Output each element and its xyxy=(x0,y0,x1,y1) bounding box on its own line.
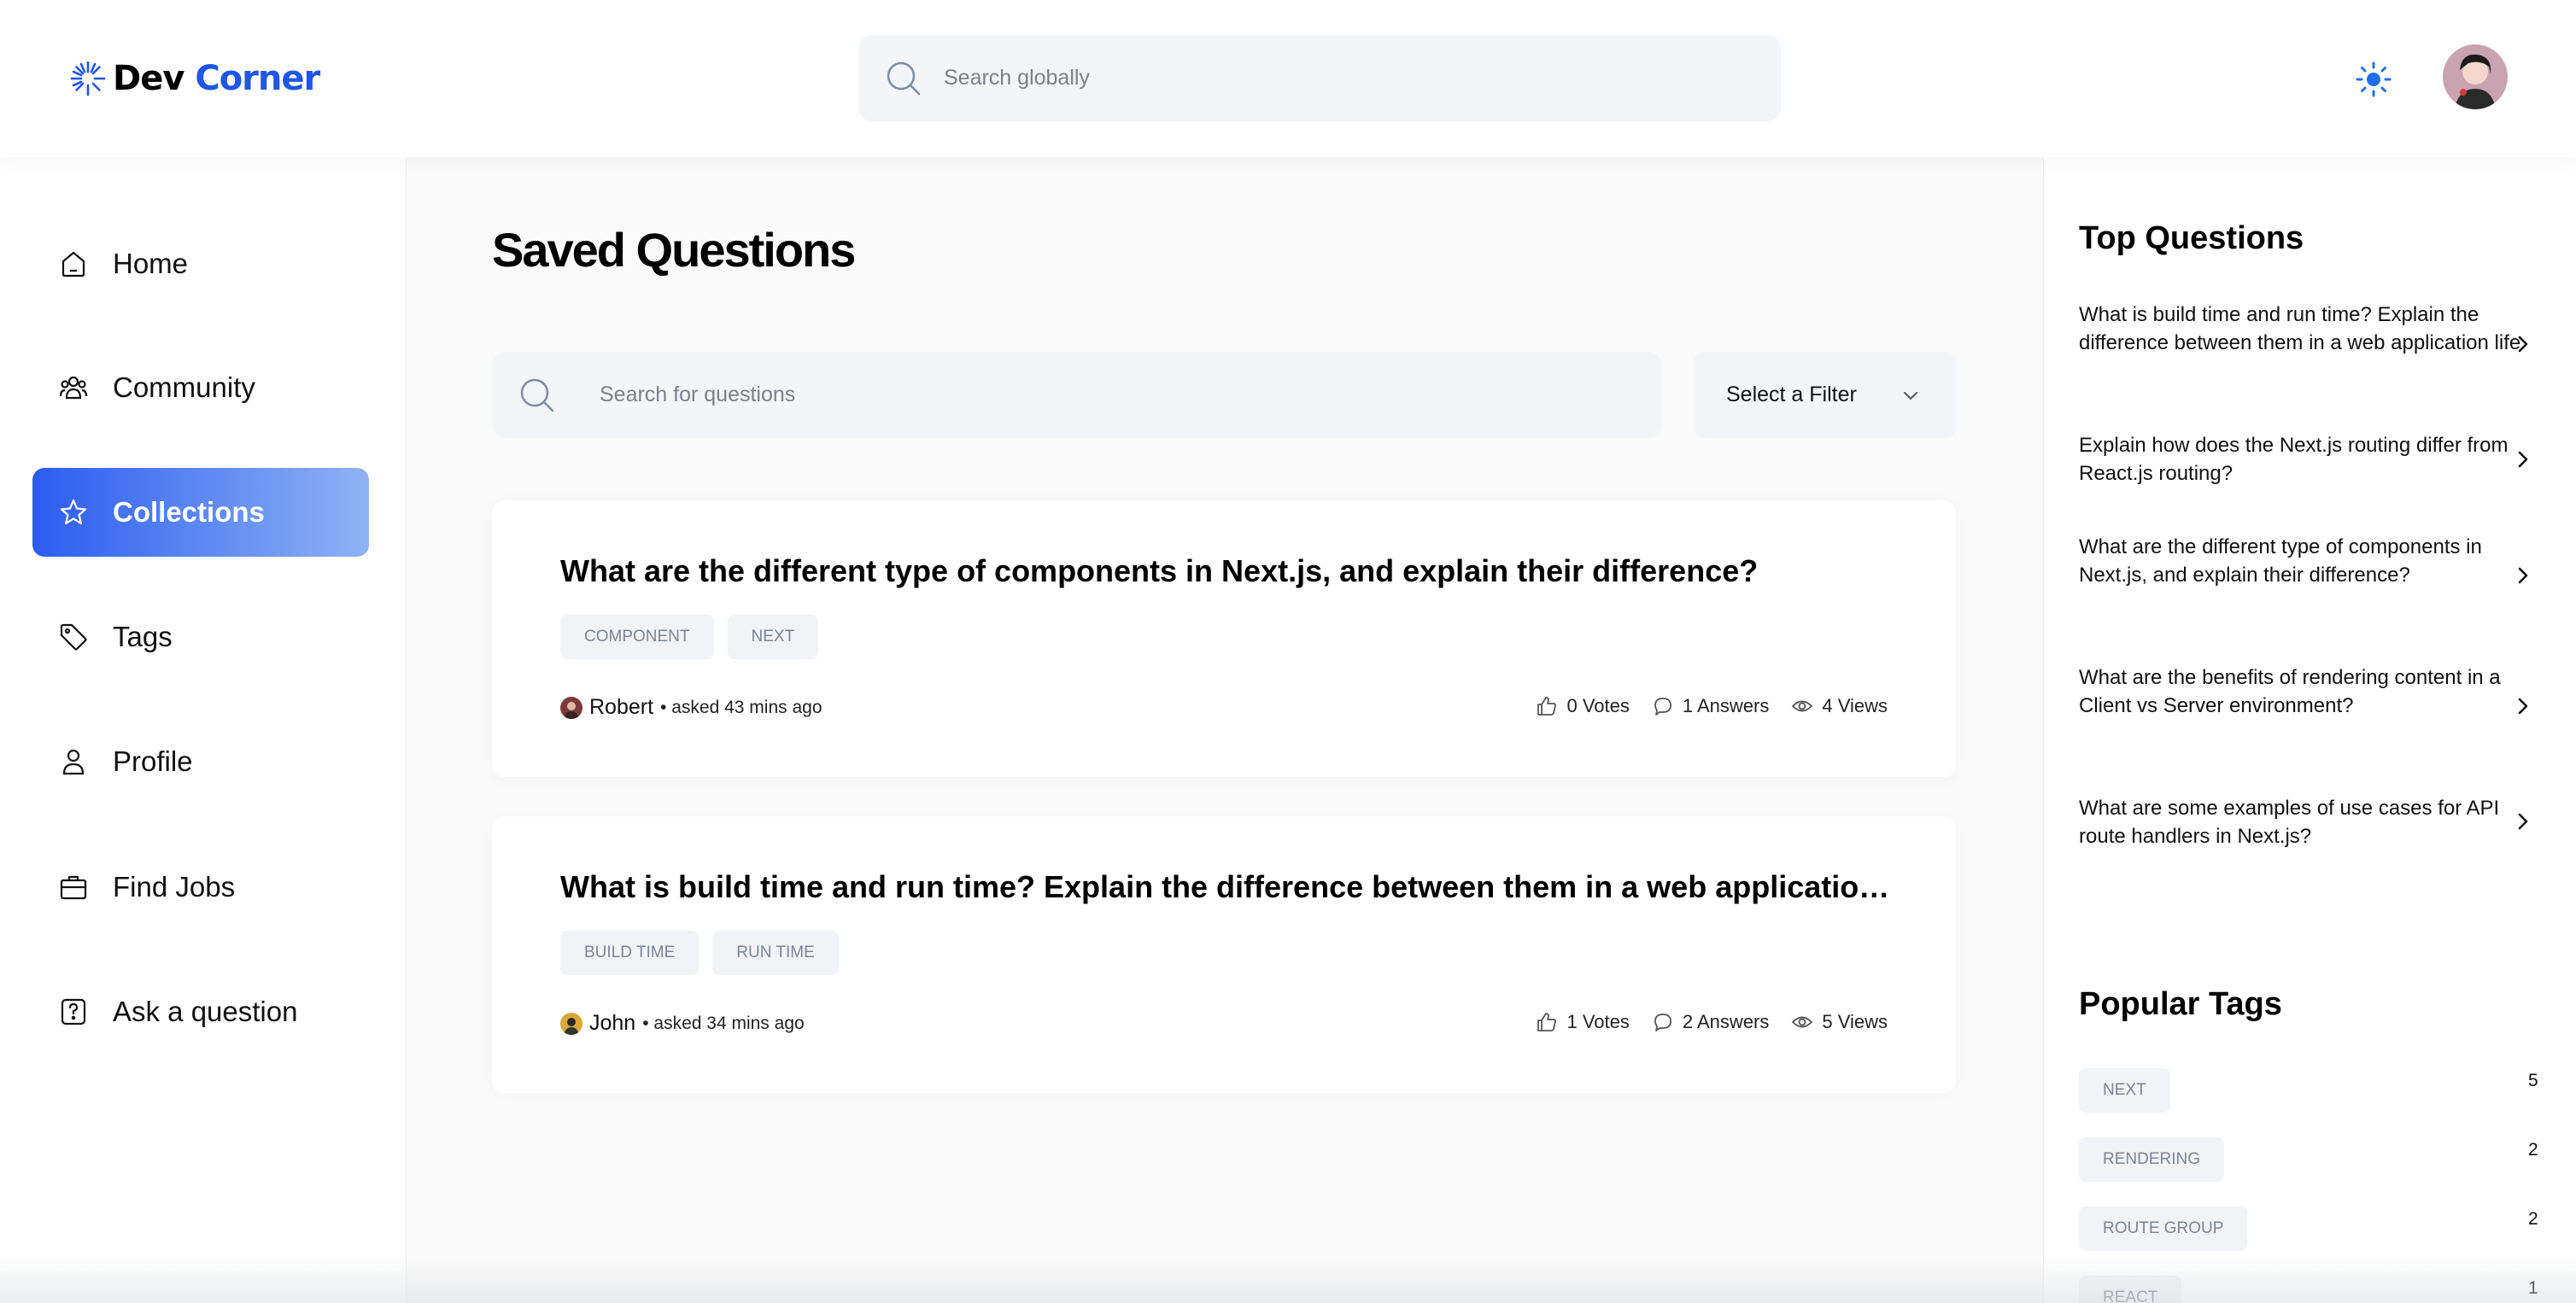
chevron-right-icon[interactable] xyxy=(2515,810,2531,833)
page-title: Saved Questions xyxy=(492,223,856,277)
popular-tags-heading: Popular Tags xyxy=(2079,986,2282,1022)
chevron-right-icon[interactable] xyxy=(2515,695,2531,717)
avatar-image xyxy=(2443,44,2508,109)
popular-tag-count: 2 xyxy=(2528,1209,2538,1229)
question-card[interactable]: What is build time and run time? Explain… xyxy=(492,816,1956,1093)
asked-time: • asked 34 mins ago xyxy=(642,1013,805,1033)
sidebar-item-ask-question[interactable]: Ask a question xyxy=(32,967,369,1056)
question-tag[interactable]: BUILD TIME xyxy=(560,931,700,975)
chevron-right-icon[interactable] xyxy=(2515,333,2531,355)
question-search-input[interactable] xyxy=(600,383,1582,407)
question-author[interactable]: John • asked 34 mins ago xyxy=(560,1011,805,1036)
views-count: 5 Views xyxy=(1822,1011,1888,1032)
views-count: 4 Views xyxy=(1822,695,1888,716)
brand-name-first: Dev xyxy=(113,59,184,98)
views-stat: 5 Views xyxy=(1791,1011,1888,1033)
search-icon xyxy=(887,61,921,95)
eye-icon xyxy=(1792,700,1813,712)
chevron-down-icon xyxy=(1904,392,1917,400)
top-question-item[interactable]: What is build time and run time? Explain… xyxy=(2079,301,2523,357)
question-search-bar[interactable] xyxy=(492,352,1662,438)
question-author[interactable]: Robert • asked 43 mins ago xyxy=(560,695,823,720)
popular-tag[interactable]: REACT xyxy=(2079,1276,2182,1303)
sidebar-item-find-jobs[interactable]: Find Jobs xyxy=(32,843,369,932)
question-card[interactable]: What are the different type of component… xyxy=(492,500,1956,777)
sidebar-item-label: Home xyxy=(113,248,189,279)
popular-tag[interactable]: RENDERING xyxy=(2079,1137,2225,1182)
author-avatar xyxy=(560,1012,583,1035)
home-icon xyxy=(61,251,85,278)
user-icon xyxy=(62,749,85,775)
sidebar-item-label: Tags xyxy=(113,621,173,652)
filter-select-label: Select a Filter xyxy=(1726,383,1857,406)
top-question-item[interactable]: Explain how does the Next.js routing dif… xyxy=(2079,431,2523,488)
thumbs-up-icon xyxy=(1537,697,1557,716)
answers-count: 1 Answers xyxy=(1682,695,1770,716)
sidebar-item-profile[interactable]: Profile xyxy=(32,717,369,806)
sidebar-item-home[interactable]: Home xyxy=(32,219,369,308)
brand-logo[interactable]: Dev Corner xyxy=(68,53,320,104)
question-stats: 1 Votes 2 Answers 5 Views xyxy=(1536,1011,1888,1033)
views-stat: 4 Views xyxy=(1791,695,1888,717)
comment-icon xyxy=(1654,698,1671,716)
question-title[interactable]: What are the different type of component… xyxy=(560,553,1893,589)
question-tag[interactable]: RUN TIME xyxy=(712,931,839,975)
question-tag[interactable]: NEXT xyxy=(727,615,819,659)
sidebar-item-label: Community xyxy=(113,371,255,403)
sidebar-item-collections[interactable]: Collections xyxy=(32,468,369,557)
users-icon xyxy=(59,376,88,400)
votes-count: 1 Votes xyxy=(1566,1011,1630,1032)
votes-stat: 1 Votes xyxy=(1536,1011,1630,1033)
search-icon xyxy=(520,378,554,412)
star-icon xyxy=(60,499,87,525)
sidebar-item-label: Profile xyxy=(113,745,193,777)
question-icon xyxy=(61,998,86,1025)
chevron-right-icon[interactable] xyxy=(2515,448,2531,470)
comment-icon xyxy=(1654,1014,1671,1031)
logo-burst-icon xyxy=(70,61,106,96)
question-stats: 0 Votes 1 Answers 4 Views xyxy=(1536,695,1888,717)
votes-count: 0 Votes xyxy=(1566,695,1630,716)
top-questions-heading: Top Questions xyxy=(2079,220,2304,256)
global-search-input[interactable] xyxy=(944,66,1712,91)
sidebar-item-label: Ask a question xyxy=(113,996,298,1027)
thumbs-up-icon xyxy=(1537,1013,1557,1031)
filter-select[interactable]: Select a Filter xyxy=(1694,352,1956,438)
question-tags: BUILD TIME RUN TIME xyxy=(560,931,839,975)
sidebar-item-label: Collections xyxy=(113,496,265,528)
top-question-item[interactable]: What are the different type of component… xyxy=(2079,533,2523,589)
top-question-item[interactable]: What are some examples of use cases for … xyxy=(2079,794,2523,850)
author-name: John xyxy=(589,1011,636,1035)
top-bar: Dev Corner xyxy=(0,0,2576,157)
tag-icon xyxy=(60,623,87,651)
sun-icon[interactable] xyxy=(2356,61,2392,97)
brand-name: Dev Corner xyxy=(113,59,320,98)
popular-tag-count: 1 xyxy=(2528,1278,2538,1298)
answers-stat: 2 Answers xyxy=(1652,1011,1770,1033)
user-avatar[interactable] xyxy=(2443,44,2508,109)
sidebar-item-label: Find Jobs xyxy=(113,871,236,903)
sidebar-item-community[interactable]: Community xyxy=(32,343,369,432)
popular-tag[interactable]: NEXT xyxy=(2079,1068,2170,1113)
question-tags: COMPONENT NEXT xyxy=(560,615,819,659)
question-title[interactable]: What is build time and run time? Explain… xyxy=(560,869,1893,905)
eye-icon xyxy=(1792,1016,1813,1028)
votes-stat: 0 Votes xyxy=(1536,695,1630,717)
answers-stat: 1 Answers xyxy=(1652,695,1770,717)
popular-tag-count: 2 xyxy=(2528,1140,2538,1160)
global-search-bar[interactable] xyxy=(858,35,1781,121)
answers-count: 2 Answers xyxy=(1682,1011,1770,1032)
chevron-right-icon[interactable] xyxy=(2515,564,2531,587)
popular-tag-count: 5 xyxy=(2528,1071,2538,1090)
author-name: Robert xyxy=(589,695,654,719)
sidebar-item-tags[interactable]: Tags xyxy=(32,593,369,681)
top-question-item[interactable]: What are the benefits of rendering conte… xyxy=(2079,663,2523,720)
briefcase-icon xyxy=(60,875,87,900)
asked-time: • asked 43 mins ago xyxy=(660,697,823,717)
popular-tag[interactable]: ROUTE GROUP xyxy=(2079,1207,2248,1251)
author-avatar xyxy=(560,696,583,719)
brand-name-second: Corner xyxy=(195,59,320,98)
question-tag[interactable]: COMPONENT xyxy=(560,615,714,659)
